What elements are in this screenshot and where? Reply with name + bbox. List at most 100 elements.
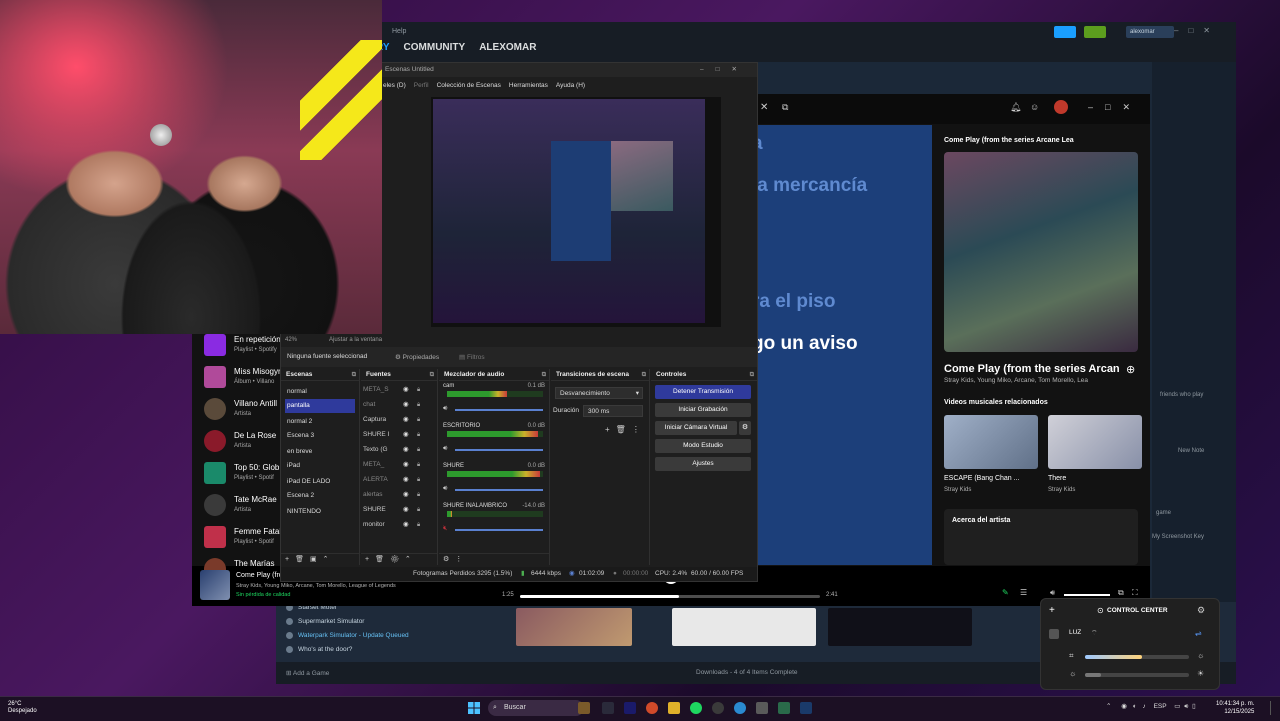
bell-icon[interactable]: 🔔︎	[1010, 102, 1021, 113]
scene-item[interactable]: iPad	[285, 459, 355, 473]
duration-field[interactable]: 300 ms	[583, 405, 643, 417]
premiere-icon[interactable]	[624, 702, 636, 714]
library-item[interactable]: Supermarket Simulator	[286, 618, 364, 625]
video-thumbnail[interactable]	[1048, 415, 1142, 469]
player-cover[interactable]	[200, 570, 230, 600]
file-explorer-icon[interactable]	[668, 702, 680, 714]
menu-item[interactable]: Ayuda (H)	[556, 82, 585, 89]
video-title[interactable]: ESCAPE (Bang Chan ...	[944, 475, 1019, 482]
store-icon[interactable]	[756, 702, 768, 714]
lock-icon[interactable]: 🔒︎	[417, 413, 420, 427]
volume-slider[interactable]	[455, 529, 543, 531]
settings-sliders-icon[interactable]: ⇌	[1195, 629, 1202, 638]
task-view-icon[interactable]	[602, 702, 614, 714]
lock-icon[interactable]: 🔒︎	[417, 398, 420, 412]
lock-icon[interactable]: 🔒︎	[417, 458, 420, 472]
now-playing-artists[interactable]: Stray Kids, Young Miko, Arcane, Tom More…	[944, 377, 1088, 384]
add-game-button[interactable]: ⊞ Add a Game	[286, 669, 329, 677]
add-circle-icon[interactable]: ⊕	[1126, 363, 1135, 376]
scene-item-selected[interactable]: pantalla	[285, 399, 355, 413]
scenes-toolbar[interactable]: +🗑▣⌃	[281, 553, 359, 565]
list-item[interactable]: Femme Fatal Playlist • Spotif	[198, 524, 284, 550]
miniplayer-icon[interactable]: ⧉	[1118, 588, 1124, 598]
game-thumbnail[interactable]	[828, 608, 972, 646]
source-item[interactable]: SHURE ◉ 🔒︎	[363, 503, 433, 517]
game-thumbnail[interactable]	[516, 608, 632, 646]
source-item[interactable]: META_ ◉ 🔒︎	[363, 458, 433, 472]
obs-preview[interactable]	[431, 97, 721, 327]
progress-bar[interactable]	[520, 595, 820, 598]
eye-icon[interactable]: ◉	[403, 458, 409, 472]
taskbar-app-icon[interactable]	[778, 702, 790, 714]
now-playing-title[interactable]: Come Play (from the series Arcan	[944, 363, 1120, 375]
color-temp-slider[interactable]	[1085, 655, 1189, 659]
list-item[interactable]: Villano Antill Artista	[198, 396, 284, 422]
weather-widget[interactable]: 26°C Despejado	[8, 701, 37, 715]
start-button[interactable]	[468, 702, 480, 714]
source-item[interactable]: SHURE I ◉ 🔒︎	[363, 428, 433, 442]
lyrics-icon[interactable]: ✎	[1002, 588, 1009, 597]
start-virtual-camera-button[interactable]: Iniciar Cámara Virtual	[655, 421, 737, 435]
speaker-icon[interactable]: 🔊︎	[443, 485, 447, 493]
chevron-up-icon[interactable]: ⌃	[1106, 703, 1111, 710]
video-thumbnail[interactable]	[944, 415, 1038, 469]
volume-slider[interactable]	[1064, 594, 1110, 596]
source-item[interactable]: META_S ◉ 🔒︎	[363, 383, 433, 397]
start-recording-button[interactable]: Iniciar Grabación	[655, 403, 751, 417]
friends-icon[interactable]: ☺	[1030, 102, 1039, 112]
scene-item[interactable]: Escena 2	[285, 489, 355, 503]
mixer-toolbar[interactable]: ⚙⋮	[439, 553, 549, 565]
queue-icon[interactable]: ☰	[1020, 588, 1027, 597]
tray-app-icon[interactable]: ◉	[1121, 703, 1127, 710]
taskbar-app-icon[interactable]	[578, 702, 590, 714]
eye-icon[interactable]: ◉	[403, 518, 409, 532]
eye-icon[interactable]: ◉	[403, 413, 409, 427]
lock-icon[interactable]: 🔒︎	[417, 428, 420, 442]
lock-icon[interactable]: 🔒︎	[417, 443, 420, 457]
popout-icon[interactable]: ⧉	[542, 369, 546, 381]
volume-icon[interactable]: 🔊︎	[1050, 588, 1055, 598]
source-item[interactable]: chat ◉ 🔒︎	[363, 398, 433, 412]
volume-slider[interactable]	[455, 409, 543, 411]
lock-icon[interactable]: 🔒︎	[417, 473, 420, 487]
gear-icon[interactable]: ⚙	[739, 421, 751, 435]
scene-item[interactable]: NINTENDO	[285, 505, 355, 519]
list-item[interactable]: Tate McRae Artista	[198, 492, 284, 518]
properties-button[interactable]: ⚙ Propiedades	[395, 353, 439, 361]
game-thumbnail[interactable]	[672, 608, 816, 646]
video-artist[interactable]: Stray Kids	[1048, 487, 1075, 493]
scene-item[interactable]: normal	[285, 385, 355, 399]
player-artists[interactable]: Stray Kids, Young Miko, Arcane, Tom More…	[236, 583, 396, 589]
list-item[interactable]: The Marías	[198, 556, 284, 570]
tray-app-icon[interactable]: ◐	[1133, 703, 1137, 710]
popout-icon[interactable]: ⧉	[750, 369, 754, 381]
lock-icon[interactable]: 🔒︎	[417, 488, 420, 502]
steam-new-note[interactable]: New Note	[1178, 448, 1204, 454]
avatar[interactable]	[1054, 100, 1068, 114]
stop-streaming-button[interactable]: Detener Transmisión	[655, 385, 751, 399]
steam-window-controls[interactable]: –□✕	[1174, 26, 1220, 35]
volume-slider[interactable]	[455, 449, 543, 451]
steam-user-menu[interactable]: alexomar	[1126, 26, 1174, 38]
studio-mode-button[interactable]: Modo Estudio	[655, 439, 751, 453]
spotify-icon[interactable]	[690, 702, 702, 714]
mic-icon[interactable]: ♪	[1143, 703, 1146, 710]
settings-button[interactable]: Ajustes	[655, 457, 751, 471]
source-item[interactable]: ALERTA ◉ 🔒︎	[363, 473, 433, 487]
popout-icon[interactable]: ⧉	[430, 369, 434, 381]
menu-item[interactable]: Perfil	[414, 82, 429, 89]
fullscreen-icon[interactable]: ⛶	[1132, 588, 1138, 598]
eye-icon[interactable]: ◉	[403, 428, 409, 442]
steam-icon[interactable]	[800, 702, 812, 714]
volume-slider[interactable]	[455, 489, 543, 491]
transition-tools[interactable]: +🗑⋮	[605, 425, 646, 434]
list-item[interactable]: Top 50: Glob Playlist • Spotif	[198, 460, 284, 486]
eye-icon[interactable]: ◉	[403, 383, 409, 397]
eye-icon[interactable]: ◉	[403, 443, 409, 457]
speaker-icon[interactable]: 🔊︎	[443, 445, 447, 453]
source-item[interactable]: alertas ◉ 🔒︎	[363, 488, 433, 502]
scene-item[interactable]: normal 2	[285, 415, 355, 429]
search-input[interactable]: ⌕ Buscar	[488, 700, 584, 716]
video-artist[interactable]: Stray Kids	[944, 487, 971, 493]
lock-icon[interactable]: 🔒︎	[417, 518, 420, 532]
